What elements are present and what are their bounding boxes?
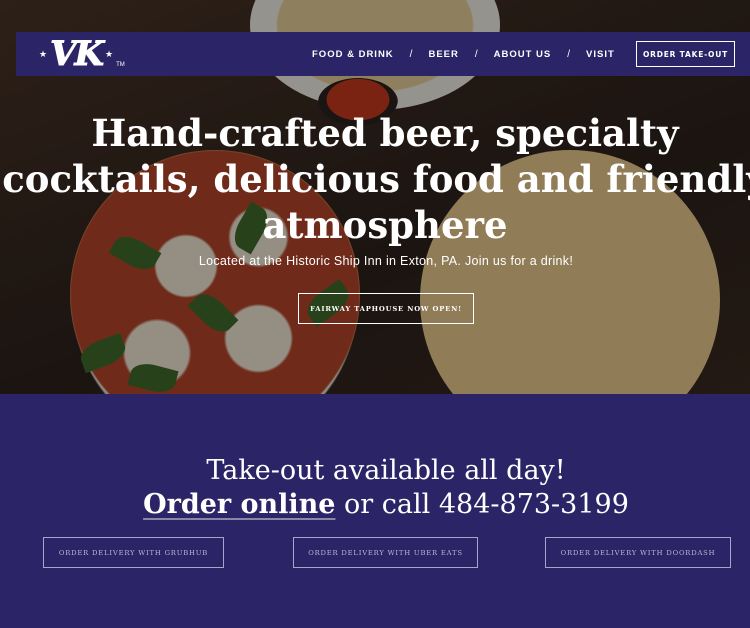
nav-separator: / [474,48,478,60]
nav-links: FOOD & DRINK / BEER / ABOUT US / VISIT [312,32,615,76]
takeout-section: Take-out available all day! Order online… [0,394,750,628]
nav-separator: / [409,48,413,60]
call-phone-text: or call 484-873-3199 [335,489,629,520]
star-icon: ★ [105,48,114,59]
hero-title: Hand-crafted beer, specialty cocktails, … [2,111,750,247]
order-takeout-button[interactable]: ORDER TAKE-OUT [636,41,735,67]
nav-link-food-drink[interactable]: FOOD & DRINK [312,49,394,60]
nav-link-about-us[interactable]: ABOUT US [494,49,552,60]
nav-link-visit[interactable]: VISIT [586,49,615,60]
logo-text: VK [50,34,105,74]
nav-separator: / [567,48,571,60]
takeout-order-line: Order online or call 484-873-3199 [0,488,750,522]
top-nav-bar: ★ VK ★ TM FOOD & DRINK / BEER / ABOUT US… [16,32,750,76]
vk-logo[interactable]: ★ VK ★ TM [36,36,146,72]
order-online-link[interactable]: Order online [143,489,335,520]
doordash-delivery-button[interactable]: ORDER DELIVERY WITH DOORDASH [545,537,731,568]
nav-link-beer[interactable]: BEER [428,49,458,60]
ubereats-delivery-button[interactable]: ORDER DELIVERY WITH UBER EATS [293,537,478,568]
fairway-taphouse-button[interactable]: FAIRWAY TAPHOUSE NOW OPEN! [298,293,474,324]
star-icon: ★ [39,48,48,59]
takeout-heading: Take-out available all day! [206,455,566,486]
trademark-mark: TM [116,62,125,68]
grubhub-delivery-button[interactable]: ORDER DELIVERY WITH GRUBHUB [43,537,224,568]
hero-subtitle: Located at the Historic Ship Inn in Exto… [198,254,574,268]
